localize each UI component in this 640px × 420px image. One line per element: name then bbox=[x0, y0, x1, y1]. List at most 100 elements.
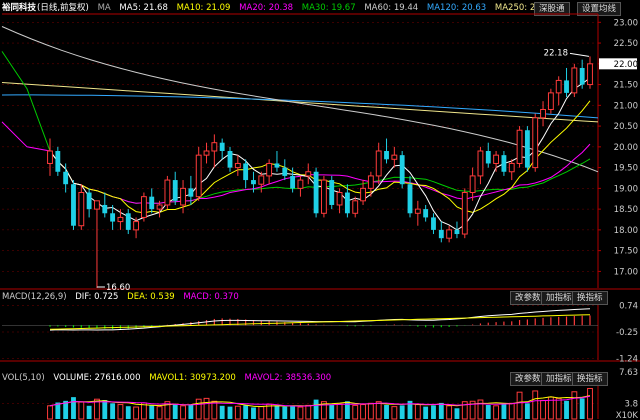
candle-body-down[interactable] bbox=[172, 180, 178, 201]
volume-bar-up bbox=[587, 387, 593, 420]
candle-body-up[interactable] bbox=[203, 150, 210, 156]
volume-bar-up bbox=[532, 390, 539, 420]
volume-bar-down bbox=[423, 406, 429, 419]
candle-body-down[interactable] bbox=[290, 175, 296, 189]
candlestick-chart[interactable]: 23.00 22.50 22.00 21.50 21.00 20.50 20.00 19.50… bbox=[0, 0, 640, 290]
volume-bar-up bbox=[508, 402, 515, 420]
candle-body-up[interactable] bbox=[367, 175, 374, 189]
macd-switch-indicator-button[interactable]: 换指标 bbox=[572, 291, 608, 305]
candle-body-up[interactable] bbox=[266, 162, 273, 177]
candle-body-up[interactable] bbox=[164, 179, 171, 206]
volume-bar-down bbox=[282, 406, 288, 419]
candle-body-up[interactable] bbox=[587, 63, 593, 86]
volume-bar-up bbox=[352, 404, 359, 420]
candle-body-down[interactable] bbox=[71, 184, 76, 226]
candle-body-down[interactable] bbox=[251, 180, 256, 185]
candle-body-down[interactable] bbox=[63, 171, 69, 185]
candle-body-up[interactable] bbox=[305, 171, 312, 177]
candle-body-up[interactable] bbox=[140, 196, 147, 218]
candle-body-down[interactable] bbox=[564, 80, 569, 93]
volume-switch-indicator-button[interactable]: 换指标 bbox=[572, 372, 608, 386]
candle-body-down[interactable] bbox=[274, 163, 280, 168]
volume-title[interactable]: VOL(5,10) bbox=[2, 373, 45, 383]
candle-body-down[interactable] bbox=[524, 130, 530, 168]
candle-body-up[interactable] bbox=[532, 117, 539, 169]
volume-header: VOL(5,10) VOLUME: 27616.000 MAVOL1: 3097… bbox=[2, 372, 337, 385]
candle-body-up[interactable] bbox=[117, 216, 124, 223]
macd-title[interactable]: MACD(12,26,9) bbox=[2, 292, 67, 302]
candle-body-up[interactable] bbox=[461, 192, 468, 235]
macd-tick-label: 0.74 bbox=[619, 302, 638, 312]
volume-bar-down bbox=[251, 407, 256, 419]
candle-body-down[interactable] bbox=[125, 213, 131, 230]
candle-body-up[interactable] bbox=[493, 154, 500, 164]
candle-body-down[interactable] bbox=[501, 155, 507, 172]
candle-body-up[interactable] bbox=[195, 154, 202, 198]
price-tick-label: 21.50 bbox=[614, 81, 638, 91]
candle-body-up[interactable] bbox=[94, 200, 100, 210]
ma30-line bbox=[1, 51, 591, 204]
candle-body-up[interactable] bbox=[297, 179, 304, 189]
main-chart-pane[interactable]: 裕同科技(日线,前复权) MA MA5: 21.68 MA10: 21.09 M… bbox=[0, 0, 640, 290]
candle-body-down[interactable] bbox=[454, 229, 460, 235]
candle-body-up[interactable] bbox=[547, 92, 554, 110]
candle-body-down[interactable] bbox=[344, 192, 350, 214]
candle-body-down[interactable] bbox=[384, 151, 389, 160]
candle-body-up[interactable] bbox=[555, 79, 562, 94]
ma10-line bbox=[49, 100, 591, 214]
candle-body-up[interactable] bbox=[78, 192, 85, 227]
candle-body-down[interactable] bbox=[188, 188, 194, 197]
candle-body-down[interactable] bbox=[438, 229, 444, 239]
candle-body-up[interactable] bbox=[133, 221, 140, 231]
candle-body-up[interactable] bbox=[391, 154, 398, 160]
candle-body-up[interactable] bbox=[180, 187, 186, 206]
candle-body-up[interactable] bbox=[446, 229, 453, 239]
ma120-line bbox=[1, 94, 599, 119]
candle-body-down[interactable] bbox=[227, 151, 233, 168]
volume-bar-up bbox=[367, 402, 374, 420]
candle-body-down[interactable] bbox=[282, 167, 288, 176]
candle-body-down[interactable] bbox=[110, 213, 116, 222]
volume-bar-down bbox=[290, 405, 296, 419]
ma5-line bbox=[49, 77, 591, 231]
candle-body-up[interactable] bbox=[336, 192, 343, 206]
volume-chart[interactable]: 7.63 3.8 X10K bbox=[0, 362, 640, 420]
current-price-label: 22.00 bbox=[614, 60, 638, 70]
candle-body-down[interactable] bbox=[243, 163, 249, 181]
candle-body-down[interactable] bbox=[329, 180, 335, 205]
candle-body-down[interactable] bbox=[219, 142, 225, 151]
candle-body-up[interactable] bbox=[477, 150, 484, 177]
candle-body-down[interactable] bbox=[149, 196, 155, 210]
candle-body-up[interactable] bbox=[360, 187, 366, 202]
volume-bar-down bbox=[524, 403, 530, 419]
candle-body-up[interactable] bbox=[540, 108, 546, 119]
candle-body-up[interactable] bbox=[47, 150, 53, 164]
candle-body-up[interactable] bbox=[469, 175, 476, 194]
candle-body-up[interactable] bbox=[352, 200, 359, 214]
candle-body-up[interactable] bbox=[571, 67, 578, 94]
candle-body-up[interactable] bbox=[508, 162, 515, 173]
candle-body-up[interactable] bbox=[234, 162, 241, 169]
candle-body-down[interactable] bbox=[313, 171, 319, 214]
candle-body-up[interactable] bbox=[516, 129, 523, 164]
candle-body-down[interactable] bbox=[399, 155, 405, 185]
candle-body-up[interactable] bbox=[156, 204, 163, 210]
candle-body-down[interactable] bbox=[55, 151, 61, 172]
candle-body-down[interactable] bbox=[86, 192, 92, 210]
volume-pane[interactable]: 7.63 3.8 X10K VOL(5,10) VOLUME: 27616.000 … bbox=[0, 362, 640, 420]
candle-body-down[interactable] bbox=[102, 204, 108, 214]
candle-body-up[interactable] bbox=[258, 175, 265, 185]
candle-body-down[interactable] bbox=[423, 209, 429, 218]
macd-pane[interactable]: 0.74 -0.25 -1.24 MACD(12,26,9) DIF: 0.725 … bbox=[0, 290, 640, 362]
candle-body-up[interactable] bbox=[375, 150, 382, 177]
candle-body-up[interactable] bbox=[211, 142, 218, 152]
volume-bar-up bbox=[446, 405, 453, 420]
volume-bar-down bbox=[274, 405, 280, 419]
candle-body-down[interactable] bbox=[431, 217, 436, 230]
candle-body-up[interactable] bbox=[414, 208, 421, 214]
candle-body-down[interactable] bbox=[579, 67, 585, 85]
volume-bar-up bbox=[258, 406, 265, 420]
candle-body-up[interactable] bbox=[320, 179, 327, 214]
candle-body-down[interactable] bbox=[485, 151, 491, 164]
candle-body-down[interactable] bbox=[407, 184, 413, 214]
